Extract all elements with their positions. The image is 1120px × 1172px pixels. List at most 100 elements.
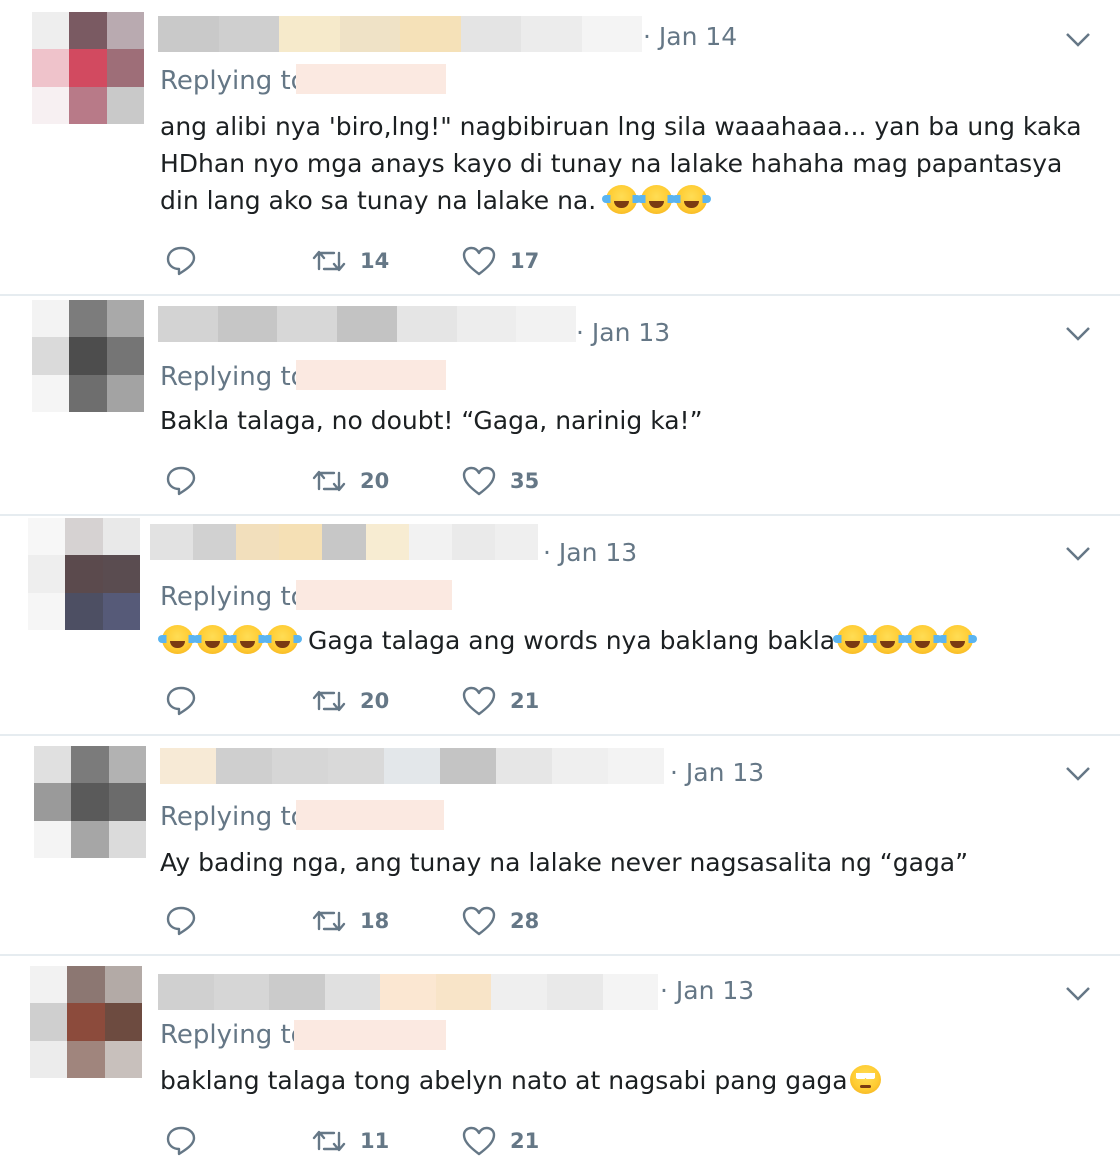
avatar[interactable]: [32, 12, 144, 124]
redacted-username[interactable]: [150, 524, 538, 560]
retweet-count: 20: [360, 469, 390, 493]
tweet-text-content: baklang talaga tong abelyn nato at nagsa…: [160, 1066, 848, 1095]
tweet-date[interactable]: · Jan 13: [576, 318, 670, 347]
reply-button[interactable]: [166, 684, 196, 718]
reply-button[interactable]: [166, 1124, 196, 1158]
avatar[interactable]: [28, 518, 140, 630]
tweet-4[interactable]: · Jan 13 Replying to Ay bading nga, ang …: [0, 736, 1120, 956]
tweet-text: Ay bading nga, ang tunay na lalake never…: [160, 844, 1090, 881]
avatar[interactable]: [32, 300, 144, 412]
retweet-icon: [312, 910, 346, 932]
tweet-text: baklang talaga tong abelyn nato at nagsa…: [160, 1062, 1090, 1099]
chevron-down-icon[interactable]: [1064, 30, 1092, 50]
redacted-handle[interactable]: [296, 580, 452, 610]
redacted-username[interactable]: [158, 974, 659, 1010]
redacted-handle[interactable]: [296, 800, 444, 830]
tweet-5[interactable]: · Jan 13 Replying to baklang talaga tong…: [0, 956, 1120, 1172]
tweet-actions: 14 17: [160, 244, 660, 278]
tweet-actions: 20 21: [160, 684, 660, 718]
like-count: 21: [510, 1129, 540, 1153]
tweet-text: Gaga talaga ang words nya baklang bakla: [158, 622, 1090, 659]
heart-icon: [462, 1126, 496, 1156]
tweet-actions: 11 21: [160, 1124, 660, 1158]
tears-of-joy-emoji-icon: [833, 625, 873, 654]
tweet-actions: 20 35: [160, 464, 660, 498]
retweet-icon: [312, 470, 346, 492]
tears-of-joy-emoji-icon: [263, 625, 302, 654]
tweet-text: ang alibi nya 'biro,lng!" nagbibiruan ln…: [160, 108, 1090, 219]
reply-button[interactable]: [166, 244, 196, 278]
tweet-text: Bakla talaga, no doubt! “Gaga, narinig k…: [160, 402, 1090, 439]
retweet-button[interactable]: 14: [312, 244, 389, 278]
tears-of-joy-emoji-icon: [903, 625, 943, 654]
tweet-text-content: Ay bading nga, ang tunay na lalake never…: [160, 848, 969, 877]
chevron-down-icon[interactable]: [1064, 764, 1092, 784]
redacted-handle[interactable]: [294, 1020, 446, 1050]
like-button[interactable]: 21: [462, 1124, 539, 1158]
tears-of-joy-emoji-icon: [228, 625, 267, 654]
tweet-3[interactable]: · Jan 13 Replying to Gaga talaga ang wor…: [0, 516, 1120, 736]
redacted-username[interactable]: [158, 306, 577, 342]
like-button[interactable]: 28: [462, 904, 539, 938]
avatar[interactable]: [30, 966, 142, 1078]
heart-icon: [462, 246, 496, 276]
like-count: 35: [510, 469, 540, 493]
tweet-text-content: Gaga talaga ang words nya baklang bakla: [300, 626, 836, 655]
tweet-date[interactable]: · Jan 14: [643, 22, 737, 51]
retweet-icon: [312, 250, 346, 272]
retweet-button[interactable]: 11: [312, 1124, 389, 1158]
reply-icon: [166, 686, 196, 716]
retweet-count: 18: [360, 909, 390, 933]
replying-to-label: Replying to: [160, 582, 307, 612]
redacted-handle[interactable]: [296, 360, 446, 390]
retweet-icon: [312, 690, 346, 712]
like-button[interactable]: 21: [462, 684, 539, 718]
tweet-2[interactable]: · Jan 13 Replying to Bakla talaga, no do…: [0, 296, 1120, 516]
reply-button[interactable]: [166, 904, 196, 938]
replying-to-label: Replying to: [160, 362, 307, 392]
tears-of-joy-emoji-icon: [868, 625, 908, 654]
retweet-count: 20: [360, 689, 390, 713]
tears-of-joy-emoji-icon: [158, 625, 197, 654]
tears-of-joy-emoji-icon: [193, 625, 232, 654]
reply-icon: [166, 466, 196, 496]
retweet-button[interactable]: 20: [312, 464, 389, 498]
tweet-text-content: Bakla talaga, no doubt! “Gaga, narinig k…: [160, 406, 703, 435]
heart-icon: [462, 686, 496, 716]
chevron-down-icon[interactable]: [1064, 324, 1092, 344]
tears-of-joy-emoji-icon: [672, 185, 712, 214]
replying-to-label: Replying to: [160, 1020, 307, 1050]
replying-to-label: Replying to: [160, 66, 307, 96]
replying-to-label: Replying to: [160, 802, 307, 832]
reply-button[interactable]: [166, 464, 196, 498]
retweet-count: 14: [360, 249, 390, 273]
redacted-handle[interactable]: [296, 64, 446, 94]
tears-of-joy-emoji-icon: [637, 185, 677, 214]
reply-icon: [166, 246, 196, 276]
retweet-button[interactable]: 18: [312, 904, 389, 938]
tears-of-joy-emoji-icon: [602, 185, 642, 214]
reply-icon: [166, 906, 196, 936]
reply-icon: [166, 1126, 196, 1156]
like-button[interactable]: 17: [462, 244, 539, 278]
tweet-date[interactable]: · Jan 13: [543, 538, 637, 567]
tears-of-joy-emoji-icon: [938, 625, 978, 654]
chevron-down-icon[interactable]: [1064, 984, 1092, 1004]
tweet-date[interactable]: · Jan 13: [670, 758, 764, 787]
retweet-count: 11: [360, 1129, 390, 1153]
redacted-username[interactable]: [158, 16, 642, 52]
tweet-date[interactable]: · Jan 13: [660, 976, 754, 1005]
redacted-username[interactable]: [160, 748, 664, 784]
retweet-button[interactable]: 20: [312, 684, 389, 718]
tweet-1[interactable]: · Jan 14 Replying to ang alibi nya 'biro…: [0, 0, 1120, 296]
chevron-down-icon[interactable]: [1064, 544, 1092, 564]
avatar[interactable]: [34, 746, 146, 858]
heart-icon: [462, 906, 496, 936]
retweet-icon: [312, 1130, 346, 1152]
like-count: 17: [510, 249, 540, 273]
like-count: 21: [510, 689, 540, 713]
like-count: 28: [510, 909, 540, 933]
heart-icon: [462, 466, 496, 496]
tweet-actions: 18 28: [160, 904, 660, 938]
like-button[interactable]: 35: [462, 464, 539, 498]
